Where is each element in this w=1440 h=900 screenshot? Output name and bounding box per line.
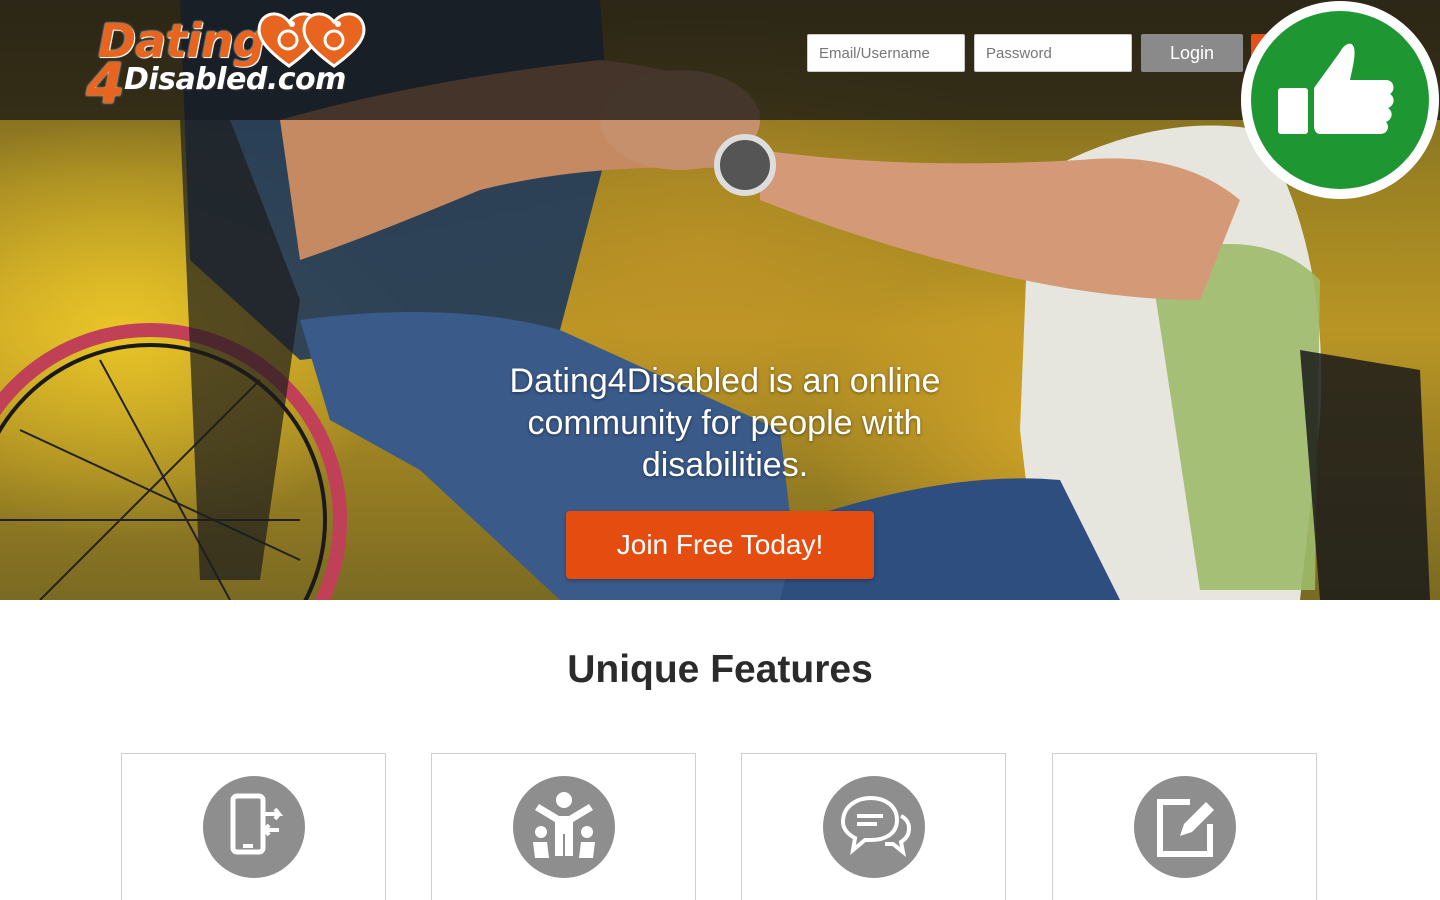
- feature-card-community[interactable]: [431, 753, 696, 900]
- hearts-wheelchair-icon: [257, 12, 366, 68]
- site-logo[interactable]: Dating 4 Disabled.com: [86, 4, 386, 117]
- hero-section: Dating 4 Disabled.com Login Dating4Disab…: [0, 0, 1440, 600]
- join-free-button[interactable]: Join Free Today!: [566, 511, 874, 579]
- feature-icon-circle: [1134, 776, 1236, 878]
- thumbs-up-icon: [1241, 1, 1439, 199]
- feature-card-mobile[interactable]: [121, 753, 386, 900]
- features-heading: Unique Features: [567, 648, 873, 691]
- feature-icon-circle: [203, 776, 305, 878]
- chat-bubbles-icon: [840, 795, 912, 857]
- login-button[interactable]: Login: [1141, 34, 1243, 72]
- feature-icon-circle: [513, 776, 615, 878]
- logo-text-digit: 4: [86, 52, 125, 117]
- password-input[interactable]: [974, 34, 1132, 72]
- feature-card-chat[interactable]: [741, 753, 1006, 900]
- mobile-transfer-icon: [230, 793, 284, 855]
- community-people-icon: [533, 792, 595, 858]
- edit-note-icon: [1157, 799, 1214, 857]
- hero-tagline: Dating4Disabled is an online community f…: [509, 362, 941, 484]
- email-username-input[interactable]: [807, 34, 965, 72]
- feature-icon-circle: [823, 776, 925, 878]
- feature-card-edit[interactable]: [1052, 753, 1317, 900]
